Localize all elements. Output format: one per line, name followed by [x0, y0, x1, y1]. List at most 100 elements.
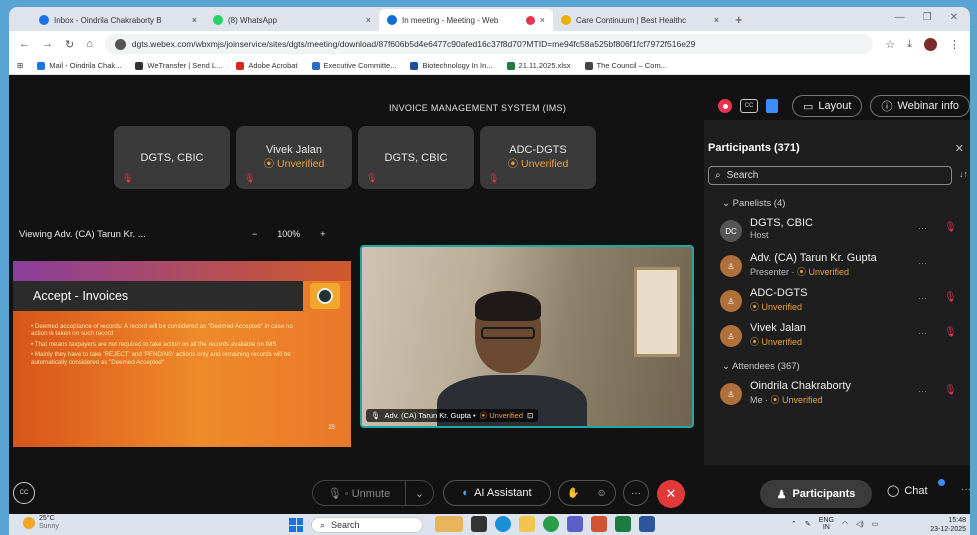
bookmark-item[interactable]: The Council – Com...: [584, 61, 667, 70]
ai-assistant-icon: ◐: [462, 487, 470, 499]
muted-mic-icon[interactable]: 🎙: [944, 385, 957, 396]
site-info-icon[interactable]: [114, 38, 126, 50]
participant-sub: Presenter · ⦿ Unverified: [750, 265, 849, 278]
language-indicator[interactable]: ENG IN: [819, 517, 834, 531]
participant-name: Adv. (CA) Tarun Kr. Gupta: [750, 252, 877, 264]
participants-button[interactable]: ♟ Participants: [760, 480, 872, 508]
file-explorer-icon[interactable]: [519, 516, 535, 532]
ai-assistant-button[interactable]: ◐ AI Assistant: [443, 480, 551, 506]
reload-icon[interactable]: ↻: [65, 38, 74, 51]
bookmark-item[interactable]: 21.11.2025.xlsx: [506, 61, 571, 70]
edge-icon[interactable]: [495, 516, 511, 532]
zoom-in-button[interactable]: +: [320, 229, 325, 239]
tab-care-continuum[interactable]: Care Continuum | Best Healthc ×: [553, 9, 727, 31]
more-icon[interactable]: ···: [918, 258, 927, 268]
attendees-section[interactable]: ⌄ Attendees (367): [722, 361, 800, 372]
participant-search-input[interactable]: ⌕ Search: [708, 166, 952, 185]
layout-label: Layout: [818, 100, 852, 112]
participant-row[interactable]: ♙ Adv. (CA) Tarun Kr. Gupta Presenter · …: [720, 252, 965, 282]
panelists-section[interactable]: ⌄ Panelists (4): [722, 198, 785, 209]
webinar-info-button[interactable]: ⓘ Webinar info: [870, 95, 970, 117]
new-tab-button[interactable]: +: [727, 12, 751, 31]
muted-mic-icon: 🎙: [366, 173, 378, 183]
unmute-button[interactable]: 🎙 ◦ Unmute ⌄: [312, 480, 434, 506]
chevron-up-icon[interactable]: ⌃: [791, 520, 797, 528]
home-icon[interactable]: ⌂: [86, 38, 93, 50]
more-icon[interactable]: ···: [918, 293, 927, 303]
raise-hand-icon[interactable]: ✋: [567, 488, 579, 499]
close-icon[interactable]: ×: [366, 15, 371, 25]
back-icon[interactable]: ←: [19, 38, 30, 50]
leave-button[interactable]: ✕: [657, 480, 685, 508]
teams-icon[interactable]: [567, 516, 583, 532]
close-window-icon[interactable]: ✕: [950, 12, 958, 23]
tab-webex[interactable]: In meeting - Meeting - Web ×: [379, 9, 553, 31]
widgets-icon[interactable]: [435, 516, 463, 532]
recording-icon[interactable]: [718, 99, 732, 113]
bookmark-label: 21.11.2025.xlsx: [518, 61, 571, 70]
more-icon[interactable]: ···: [918, 223, 927, 233]
taskview-icon[interactable]: [471, 516, 487, 532]
window-controls: — ❐ ✕: [883, 7, 970, 28]
menu-icon[interactable]: ⋮: [949, 38, 960, 51]
forward-icon[interactable]: →: [42, 38, 53, 50]
chat-button[interactable]: ◯ Chat: [887, 484, 928, 498]
captions-icon[interactable]: CC: [13, 482, 35, 504]
more-options-button[interactable]: ···: [623, 480, 649, 506]
bookmark-item[interactable]: Executive Committe...: [311, 61, 396, 70]
download-icon[interactable]: ⤓: [907, 38, 912, 51]
participant-row[interactable]: DC DGTS, CBIC Host ··· 🎙: [720, 217, 965, 247]
sort-icon[interactable]: ↓↑: [959, 169, 968, 179]
bookmark-item[interactable]: WeTransfer | Send L...: [135, 61, 222, 70]
wifi-icon[interactable]: ◠: [842, 520, 848, 528]
layout-button[interactable]: ▭ Layout: [792, 95, 863, 117]
pen-icon[interactable]: ✎: [805, 520, 811, 528]
windows-start-icon[interactable]: [289, 518, 303, 532]
participant-tile[interactable]: Vivek Jalan ⦿ Unverified 🎙: [236, 126, 352, 189]
more-icon[interactable]: ···: [961, 484, 970, 495]
participant-tile[interactable]: DGTS, CBIC 🎙: [358, 126, 474, 189]
captions-icon[interactable]: CC: [740, 99, 758, 113]
bookmark-item[interactable]: Adobe Acrobat: [236, 61, 298, 70]
restore-icon[interactable]: ❐: [923, 12, 932, 23]
profile-icon[interactable]: [924, 37, 937, 51]
acrobat-icon: [236, 61, 245, 70]
tab-whatsapp[interactable]: (8) WhatsApp ×: [205, 9, 379, 31]
word-icon[interactable]: [639, 516, 655, 532]
close-icon[interactable]: ×: [714, 15, 719, 25]
presenter-video[interactable]: 🎙 Adv. (CA) Tarun Kr. Gupta • ⦿ Unverifi…: [360, 245, 694, 428]
site-icon: [561, 15, 571, 25]
chrome-icon[interactable]: [543, 516, 559, 532]
participant-tile[interactable]: DGTS, CBIC 🎙: [114, 126, 230, 189]
notes-icon[interactable]: [766, 99, 778, 113]
participant-row[interactable]: ♙ ADC-DGTS ⦿ Unverified ··· 🎙: [720, 287, 965, 317]
bookmark-item[interactable]: Mail - Oindrila Chak...: [37, 61, 121, 70]
clock[interactable]: 15:48 23-12-2025: [930, 516, 966, 534]
apps-icon[interactable]: ⊞: [17, 61, 23, 70]
url-input[interactable]: dgts.webex.com/wbxmjs/joinservice/sites/…: [104, 34, 874, 54]
tab-inbox[interactable]: Inbox - Oindrila Chakraborty B ×: [31, 9, 205, 31]
participant-tile[interactable]: ADC-DGTS ⦿ Unverified 🎙: [480, 126, 596, 189]
close-icon[interactable]: ×: [540, 15, 545, 25]
bookmark-star-icon[interactable]: ☆: [885, 38, 895, 51]
viewing-label: Viewing Adv. (CA) Tarun Kr. ...: [19, 228, 146, 240]
battery-icon[interactable]: ▭: [872, 520, 879, 528]
close-icon[interactable]: ×: [192, 15, 197, 25]
volume-icon[interactable]: ◁): [856, 520, 864, 528]
close-icon[interactable]: ✕: [955, 142, 964, 155]
more-icon[interactable]: ···: [918, 386, 927, 396]
powerpoint-icon[interactable]: [591, 516, 607, 532]
minimize-icon[interactable]: —: [895, 12, 905, 23]
excel-icon[interactable]: [615, 516, 631, 532]
participant-row[interactable]: ♙ Oindrila Chakraborty Me · ⦿ Unverified…: [720, 380, 965, 410]
emoji-icon[interactable]: ☺: [596, 488, 606, 499]
zoom-out-button[interactable]: −: [252, 229, 257, 239]
bookmark-item[interactable]: Biotechnology In In...: [410, 61, 493, 70]
recording-icon: [525, 15, 535, 25]
participant-row[interactable]: ♙ Vivek Jalan ⦿ Unverified ··· 🎙: [720, 322, 965, 352]
weather-text: 25°C Sunny: [39, 515, 59, 531]
more-icon[interactable]: ···: [918, 328, 927, 338]
taskbar-search-input[interactable]: ⌕ Search: [311, 517, 423, 533]
weather-widget[interactable]: 25°C Sunny: [23, 515, 59, 531]
chevron-down-icon[interactable]: ⌄: [405, 480, 433, 506]
